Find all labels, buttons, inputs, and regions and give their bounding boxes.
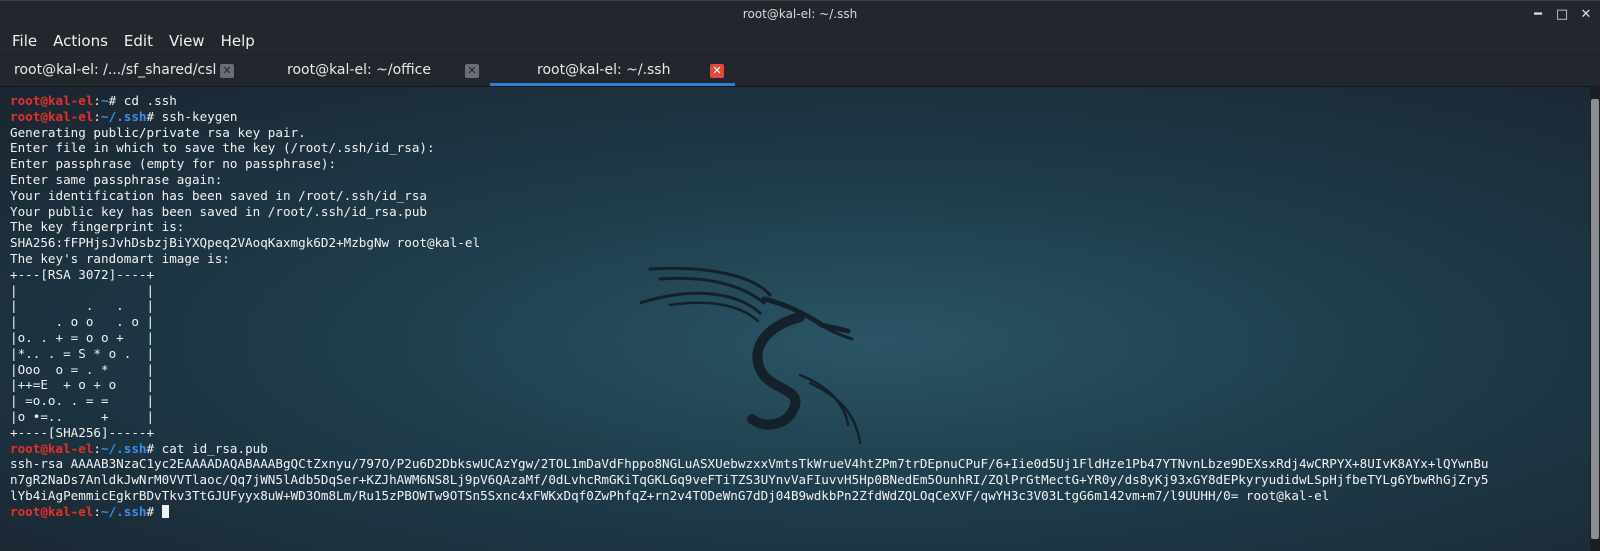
command-keygen: ssh-keygen bbox=[161, 108, 238, 124]
terminal-area[interactable]: root@kal-el:~# cd .ssh root@kal-el:~/.ss… bbox=[0, 87, 1590, 551]
active-tab-indicator bbox=[490, 83, 735, 86]
pubkey-line: lYb4iAgPemmicEgkrBDvTkv3TtGJUFyyx8uW+WD3… bbox=[10, 487, 1330, 503]
tab-label: root@kal-el: /.../sf_shared/csl bbox=[14, 62, 217, 78]
window-titlebar: root@kal-el: ~/.ssh ━ □ ✕ bbox=[0, 0, 1600, 28]
close-icon[interactable]: ✕ bbox=[220, 64, 234, 78]
prompt-separator: : bbox=[93, 93, 101, 108]
prompt-user: root@kal-el bbox=[10, 440, 94, 456]
prompt-hash: # bbox=[108, 93, 124, 108]
randomart-line: |o. . + = o o + | bbox=[10, 329, 155, 345]
randomart-line: +----[SHA256]-----+ bbox=[10, 424, 155, 440]
prompt-path: ~ bbox=[101, 93, 109, 108]
prompt-path: ~/.ssh bbox=[101, 108, 147, 124]
output-line: Generating public/private rsa key pair. bbox=[10, 124, 306, 140]
menu-file[interactable]: File bbox=[0, 32, 37, 50]
prompt-separator: : bbox=[93, 108, 101, 124]
maximize-icon[interactable]: □ bbox=[1554, 5, 1570, 23]
minimize-icon[interactable]: ━ bbox=[1530, 5, 1546, 23]
randomart-line: |++=E + o + o | bbox=[10, 377, 155, 393]
pubkey-line: n7gR2NaDs7AnldkJwNrM0VVTlaoc/Qq7jWN5lAdb… bbox=[10, 472, 1489, 488]
prompt-path: ~/.ssh bbox=[101, 503, 147, 519]
output-line: Your identification has been saved in /r… bbox=[10, 187, 428, 203]
output-line: Enter same passphrase again: bbox=[10, 171, 223, 187]
prompt-hash: # bbox=[146, 440, 162, 456]
text-cursor bbox=[161, 504, 169, 518]
output-line: The key's randomart image is: bbox=[10, 250, 230, 266]
randomart-line: | . . | bbox=[10, 298, 155, 314]
menu-edit[interactable]: Edit bbox=[112, 32, 153, 50]
menu-view[interactable]: View bbox=[157, 32, 205, 50]
window-controls: ━ □ ✕ bbox=[1530, 5, 1594, 23]
scrollbar-thumb[interactable] bbox=[1591, 99, 1599, 539]
command-cat: cat id_rsa.pub bbox=[161, 440, 268, 456]
pubkey-line: ssh-rsa AAAAB3NzaC1yc2EAAAADAQABAAABgQCt… bbox=[10, 456, 1489, 472]
tab-label: root@kal-el: ~/.ssh bbox=[537, 62, 671, 78]
command-cd: cd .ssh bbox=[123, 93, 177, 108]
prompt-user: root@kal-el bbox=[10, 503, 94, 519]
randomart-line: |*.. . = S * o . | bbox=[10, 345, 155, 361]
window-title: root@kal-el: ~/.ssh bbox=[742, 7, 858, 21]
prompt-hash: # bbox=[146, 503, 162, 519]
randomart-line: | | bbox=[10, 282, 155, 298]
randomart-line: |Ooo o = . * | bbox=[10, 361, 155, 377]
output-line: Enter file in which to save the key (/ro… bbox=[10, 140, 435, 156]
output-line: Enter passphrase (empty for no passphras… bbox=[10, 156, 337, 172]
menu-help[interactable]: Help bbox=[209, 32, 255, 50]
prompt-path: ~/.ssh bbox=[101, 440, 147, 456]
randomart-line: | =o.o. . = = | bbox=[10, 393, 155, 409]
randomart-line: |o •=.. + | bbox=[10, 408, 155, 424]
randomart-line: +---[RSA 3072]----+ bbox=[10, 266, 155, 282]
close-icon[interactable]: ✕ bbox=[465, 64, 479, 78]
prompt-user: root@kal-el bbox=[10, 93, 94, 108]
prompt-separator: : bbox=[93, 440, 101, 456]
vertical-scrollbar[interactable] bbox=[1590, 87, 1600, 551]
output-line: SHA256:fFPHjsJvhDsbzjBiYXQpeq2VAoqKaxmgk… bbox=[10, 235, 481, 251]
tab-bar: root@kal-el: /.../sf_shared/csl ✕ root@k… bbox=[0, 56, 1600, 87]
terminal-output: root@kal-el:~# cd .ssh root@kal-el:~/.ss… bbox=[10, 93, 1489, 520]
prompt-hash: # bbox=[146, 108, 162, 124]
prompt-user: root@kal-el bbox=[10, 108, 94, 124]
output-line: Your public key has been saved in /root/… bbox=[10, 203, 428, 219]
tab-csl[interactable]: root@kal-el: /.../sf_shared/csl ✕ bbox=[0, 56, 245, 86]
tab-label: root@kal-el: ~/office bbox=[287, 62, 431, 78]
output-line: The key fingerprint is: bbox=[10, 219, 185, 235]
prompt-separator: : bbox=[93, 503, 101, 519]
menu-bar: File Actions Edit View Help bbox=[0, 28, 1600, 54]
close-icon[interactable]: ✕ bbox=[710, 64, 724, 78]
tab-office[interactable]: root@kal-el: ~/office ✕ bbox=[245, 56, 490, 86]
tab-ssh[interactable]: root@kal-el: ~/.ssh ✕ bbox=[490, 56, 735, 86]
close-icon[interactable]: ✕ bbox=[1578, 5, 1594, 23]
menu-actions[interactable]: Actions bbox=[41, 32, 108, 50]
randomart-line: | . o o . o | bbox=[10, 314, 155, 330]
